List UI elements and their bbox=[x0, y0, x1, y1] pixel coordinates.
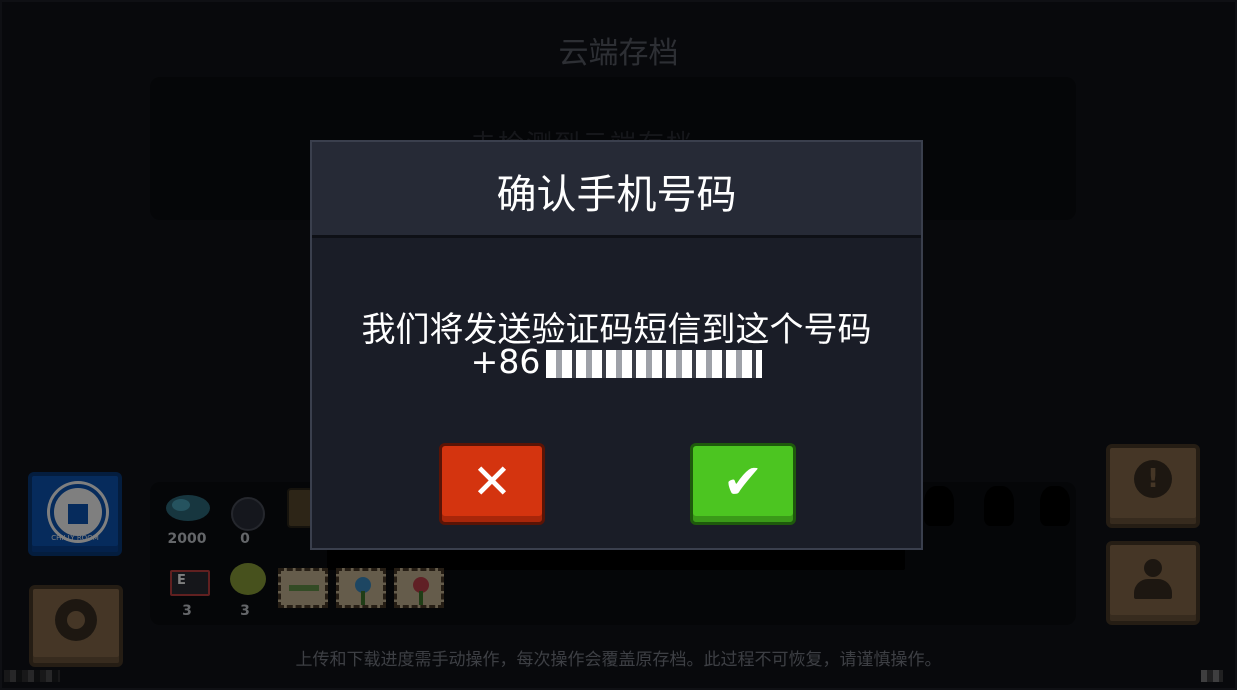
masked-phone-digits bbox=[546, 349, 763, 378]
check-icon: ✔ bbox=[722, 454, 764, 510]
confirm-button[interactable]: ✔ bbox=[690, 443, 796, 525]
close-icon: ✕ bbox=[471, 454, 513, 510]
dialog-header: 确认手机号码 bbox=[312, 142, 921, 238]
phone-number: +86 bbox=[312, 342, 921, 381]
dialog-title: 确认手机号码 bbox=[496, 172, 737, 218]
confirm-phone-dialog: 确认手机号码 我们将发送验证码短信到这个号码 +86 ✕ ✔ bbox=[310, 140, 923, 550]
country-code: +86 bbox=[470, 342, 541, 381]
cancel-button[interactable]: ✕ bbox=[439, 443, 545, 525]
